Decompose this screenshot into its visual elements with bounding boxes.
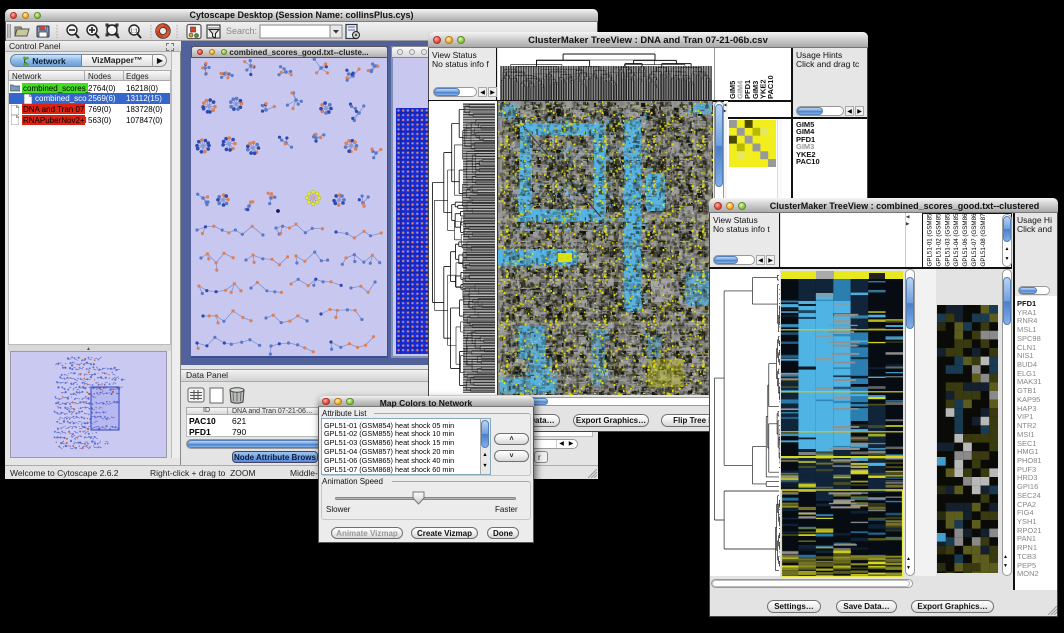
svg-text:GPL51-06 (GSM865): GPL51-06 (GSM865)	[962, 213, 969, 267]
svg-text:GPL51-04 (GSM857): GPL51-04 (GSM857)	[953, 213, 960, 267]
svg-text:GPL51-07 (GSM868): GPL51-07 (GSM868)	[971, 213, 978, 267]
svg-text:GPL51-02 (GSM855): GPL51-02 (GSM855)	[935, 213, 942, 267]
svg-text:GPL51-01 (GSM854): GPL51-01 (GSM854)	[927, 213, 934, 267]
svg-text:GPL51-03 (GSM856): GPL51-03 (GSM856)	[944, 213, 951, 267]
svg-text:PAC10: PAC10	[766, 75, 775, 99]
svg-text:1:1: 1:1	[130, 29, 138, 35]
svg-text:GPL51-08 (GSM872): GPL51-08 (GSM872)	[980, 213, 987, 267]
